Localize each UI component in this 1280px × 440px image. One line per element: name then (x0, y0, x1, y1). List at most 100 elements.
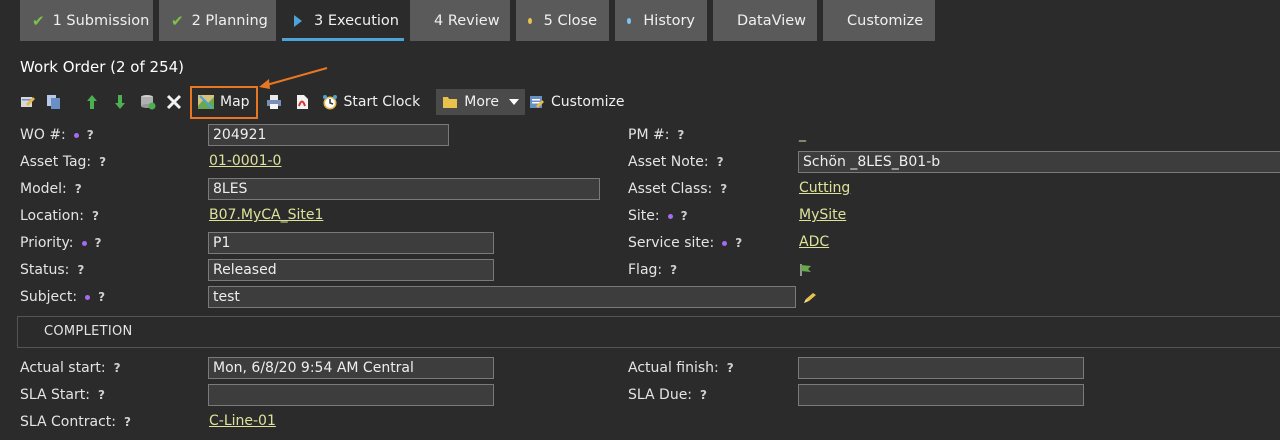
pm-number-value[interactable]: _ (799, 126, 806, 142)
tab-label: History (643, 12, 695, 29)
help-icon[interactable]: ? (124, 415, 131, 429)
flag-label: Flag: ? (628, 262, 678, 278)
asset-class-link[interactable]: Cutting (799, 180, 850, 196)
help-icon[interactable]: ? (77, 263, 84, 277)
status-label: Status: ? (20, 262, 85, 278)
help-icon[interactable]: ? (700, 388, 707, 402)
help-icon[interactable]: ? (75, 182, 82, 196)
help-icon[interactable]: ? (727, 361, 734, 375)
tab-label: 4 Review (434, 12, 500, 29)
sla-contract-link[interactable]: C-Line-01 (209, 413, 276, 429)
move-down-icon[interactable] (112, 94, 128, 110)
tab-close[interactable]: 5 Close (516, 0, 609, 41)
required-icon (81, 240, 87, 246)
actual-finish-label: Actual finish: ? (628, 360, 734, 376)
service-site-label: Service site: ? (628, 235, 743, 251)
help-icon[interactable]: ? (98, 388, 105, 402)
help-icon[interactable]: ? (98, 290, 105, 304)
customize-button[interactable]: Customize (529, 94, 625, 110)
status-field[interactable]: Released (208, 259, 494, 281)
priority-field[interactable]: P1 (208, 232, 494, 254)
actual-start-label: Actual start: ? (20, 360, 121, 376)
pencil-icon[interactable] (803, 292, 817, 304)
sla-due-field[interactable] (798, 384, 1084, 406)
print-icon[interactable] (266, 94, 282, 110)
check-icon: ✔ (171, 11, 184, 30)
sla-start-field[interactable] (208, 384, 494, 406)
help-icon[interactable]: ? (681, 209, 688, 223)
asset-class-label: Asset Class: ? (628, 181, 728, 197)
tab-dataview[interactable]: DataView (713, 0, 817, 41)
tab-label: 2 Planning (191, 12, 268, 29)
tab-label: 5 Close (543, 12, 597, 29)
copy-icon[interactable] (46, 94, 62, 110)
subject-label: Subject: ? (20, 289, 106, 305)
sla-start-label: SLA Start: ? (20, 387, 105, 403)
help-icon[interactable]: ? (677, 128, 684, 142)
more-dropdown[interactable]: More (436, 89, 525, 115)
required-icon (667, 213, 673, 219)
asset-tag-label: Asset Tag: ? (20, 154, 107, 170)
model-field[interactable]: 8LES (208, 178, 600, 200)
delete-icon[interactable] (166, 94, 182, 110)
toolbar: Map Start Clock More Customize (20, 85, 636, 119)
location-link[interactable]: B07.MyCA_Site1 (209, 207, 323, 223)
move-up-icon[interactable] (84, 94, 100, 110)
actual-finish-field[interactable] (798, 357, 1084, 379)
clock-icon (322, 95, 337, 110)
sla-due-label: SLA Due: ? (628, 387, 707, 403)
tab-customize[interactable]: Customize (823, 0, 935, 41)
help-icon[interactable]: ? (87, 128, 94, 142)
customize-label: Customize (550, 94, 625, 110)
tab-review[interactable]: 4 Review (410, 0, 510, 41)
subject-field[interactable]: test (208, 286, 796, 308)
tab-history[interactable]: History (615, 0, 707, 41)
pm-number-label: PM #: ? (628, 127, 685, 143)
help-icon[interactable]: ? (717, 155, 724, 169)
help-icon[interactable]: ? (735, 236, 742, 250)
asset-tag-link[interactable]: 01-0001-0 (209, 153, 281, 169)
page-title: Work Order (2 of 254) (20, 58, 185, 76)
flag-icon[interactable] (799, 263, 813, 277)
help-icon[interactable]: ? (92, 209, 99, 223)
service-site-link[interactable]: ADC (799, 234, 829, 250)
database-icon[interactable] (140, 94, 156, 110)
asset-note-field[interactable]: Schön _8LES_B01-b (798, 151, 1280, 173)
site-link[interactable]: MySite (799, 207, 846, 223)
completion-section-header[interactable]: COMPLETION (17, 316, 1280, 348)
tab-label: 1 Submission (52, 12, 150, 29)
help-icon[interactable]: ? (99, 155, 106, 169)
workflow-tabs: ✔ 1 Submission ✔ 2 Planning 3 Execution … (20, 0, 941, 43)
pdf-icon[interactable] (294, 94, 310, 110)
help-icon[interactable]: ? (114, 361, 121, 375)
location-label: Location: ? (20, 208, 99, 224)
priority-label: Priority: ? (20, 235, 102, 251)
folder-icon (443, 97, 458, 108)
site-label: Site: ? (628, 208, 688, 224)
tab-label: 3 Execution (314, 12, 399, 29)
dot-icon (528, 17, 532, 24)
start-clock-label: Start Clock (343, 94, 421, 110)
map-icon (198, 95, 214, 109)
wo-number-field[interactable]: 204921 (208, 124, 449, 146)
help-icon[interactable]: ? (670, 263, 677, 277)
required-icon (722, 240, 728, 246)
customize-icon (529, 96, 544, 108)
more-label: More (464, 94, 499, 110)
tab-planning[interactable]: ✔ 2 Planning (159, 0, 276, 41)
start-clock-button[interactable]: Start Clock (322, 94, 421, 110)
help-icon[interactable]: ? (95, 236, 102, 250)
sla-contract-label: SLA Contract: ? (20, 414, 131, 430)
tab-submission[interactable]: ✔ 1 Submission (20, 0, 153, 41)
map-button[interactable]: Map (190, 85, 258, 119)
check-icon: ✔ (32, 11, 45, 30)
section-title: COMPLETION (44, 324, 133, 339)
help-icon[interactable]: ? (720, 182, 727, 196)
actual-start-field[interactable]: Mon, 6/8/20 9:54 AM Central (208, 357, 494, 379)
asset-note-label: Asset Note: ? (628, 154, 724, 170)
tab-execution[interactable]: 3 Execution (282, 0, 404, 41)
annotation-arrow-icon (259, 67, 328, 89)
required-icon (85, 294, 91, 300)
map-label: Map (220, 94, 250, 110)
edit-icon[interactable] (20, 94, 36, 110)
